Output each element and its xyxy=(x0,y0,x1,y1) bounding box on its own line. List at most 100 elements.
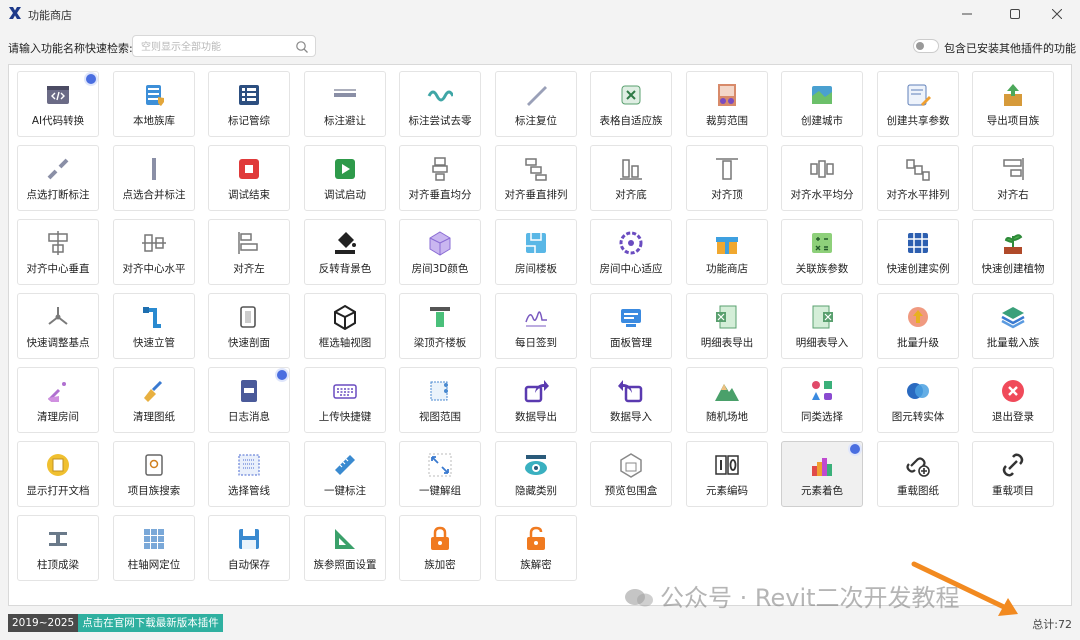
function-tile-label: 创建共享参数 xyxy=(886,115,950,127)
function-tile-label: 快速调整基点 xyxy=(26,337,90,349)
function-tile[interactable]: 关联族参数 xyxy=(781,219,863,285)
function-tile[interactable]: 梁顶齐楼板 xyxy=(399,293,481,359)
function-tile[interactable]: 族参照面设置 xyxy=(304,515,386,581)
bounding-box-icon xyxy=(620,453,642,478)
function-tile[interactable]: AI代码转换 xyxy=(17,71,99,137)
function-tile[interactable]: 标记管综 xyxy=(208,71,290,137)
function-tile[interactable]: 元素编码 xyxy=(686,441,768,507)
function-tile[interactable]: 对齐垂直排列 xyxy=(495,145,577,211)
function-tile[interactable]: 标注尝试去零 xyxy=(399,71,481,137)
function-tile[interactable]: 族加密 xyxy=(399,515,481,581)
function-tile[interactable]: 对齐水平排列 xyxy=(877,145,959,211)
function-tile[interactable]: 标注复位 xyxy=(495,71,577,137)
function-tile[interactable]: 日志消息 xyxy=(208,367,290,433)
function-tile[interactable]: 明细表导出 xyxy=(686,293,768,359)
function-tile-label: 框选轴视图 xyxy=(318,337,372,349)
close-button[interactable] xyxy=(1034,0,1080,28)
function-tile[interactable]: 柱轴网定位 xyxy=(113,515,195,581)
download-latest-link[interactable]: 点击在官网下载最新版本插件 xyxy=(78,614,223,632)
function-tile[interactable]: 元素着色 xyxy=(781,441,863,507)
broom-room-icon xyxy=(47,382,66,402)
search-icon[interactable] xyxy=(295,40,309,54)
function-tile[interactable]: 反转背景色 xyxy=(304,219,386,285)
function-tile[interactable]: 选择管线 xyxy=(208,441,290,507)
function-tile[interactable]: 图元转实体 xyxy=(877,367,959,433)
function-tile[interactable]: 批量升级 xyxy=(877,293,959,359)
function-tile[interactable]: 导出项目族 xyxy=(972,71,1054,137)
function-tile[interactable]: 明细表导入 xyxy=(781,293,863,359)
function-tile[interactable]: 视图范围 xyxy=(399,367,481,433)
function-tile[interactable]: 对齐底 xyxy=(590,145,672,211)
function-tile[interactable]: 快速剖面 xyxy=(208,293,290,359)
function-tile[interactable]: 功能商店 xyxy=(686,219,768,285)
function-tile[interactable]: 随机场地 xyxy=(686,367,768,433)
function-tile-label: 明细表导出 xyxy=(700,337,754,349)
function-tile[interactable]: 数据导出 xyxy=(495,367,577,433)
function-tile[interactable]: 快速立管 xyxy=(113,293,195,359)
search-input[interactable] xyxy=(139,37,293,57)
function-tile[interactable]: 重载图纸 xyxy=(877,441,959,507)
room-floor-icon xyxy=(526,233,546,253)
function-tile[interactable]: 预览包围盒 xyxy=(590,441,672,507)
function-tile[interactable]: 房间3D颜色 xyxy=(399,219,481,285)
function-tile[interactable]: 同类选择 xyxy=(781,367,863,433)
function-tile[interactable]: 面板管理 xyxy=(590,293,672,359)
function-tile[interactable]: 退出登录 xyxy=(972,367,1054,433)
function-tile[interactable]: 对齐右 xyxy=(972,145,1054,211)
function-tile[interactable]: 每日签到 xyxy=(495,293,577,359)
function-tile[interactable]: 上传快捷键 xyxy=(304,367,386,433)
function-tile-label: 元素着色 xyxy=(801,485,843,497)
function-tile[interactable]: 调试结束 xyxy=(208,145,290,211)
function-tile[interactable]: 快速创建植物 xyxy=(972,219,1054,285)
align-horizontal-stack-icon xyxy=(906,159,930,181)
function-tile-label: 标注尝试去零 xyxy=(408,115,472,127)
function-tile[interactable]: 框选轴视图 xyxy=(304,293,386,359)
function-tile[interactable]: 对齐左 xyxy=(208,219,290,285)
function-tile[interactable]: 标注避让 xyxy=(304,71,386,137)
function-tile[interactable]: 显示打开文档 xyxy=(17,441,99,507)
function-tile-label: 清理房间 xyxy=(37,411,79,423)
function-tile-label: 随机场地 xyxy=(706,411,748,423)
function-tile[interactable]: 裁剪范围 xyxy=(686,71,768,137)
function-tile[interactable]: 创建共享参数 xyxy=(877,71,959,137)
function-tile[interactable]: 隐藏类别 xyxy=(495,441,577,507)
function-tile[interactable]: 一键标注 xyxy=(304,441,386,507)
function-tile[interactable]: 对齐中心垂直 xyxy=(17,219,99,285)
function-tile[interactable]: 柱顶成梁 xyxy=(17,515,99,581)
function-tile[interactable]: 重载项目 xyxy=(972,441,1054,507)
function-tile[interactable]: 对齐垂直均分 xyxy=(399,145,481,211)
search-box[interactable] xyxy=(132,35,316,57)
unlock-icon xyxy=(527,526,545,550)
function-tile[interactable]: 创建城市 xyxy=(781,71,863,137)
align-left-icon xyxy=(238,232,258,254)
database-shield-icon xyxy=(146,85,164,106)
function-tile[interactable]: 一键解组 xyxy=(399,441,481,507)
function-tile[interactable]: 数据导入 xyxy=(590,367,672,433)
function-tile[interactable]: 项目族搜索 xyxy=(113,441,195,507)
save-disk-icon xyxy=(239,529,259,549)
function-tile-label: 图元转实体 xyxy=(891,411,945,423)
minimize-button[interactable] xyxy=(944,0,990,28)
function-tile[interactable]: 快速创建实例 xyxy=(877,219,959,285)
maximize-button[interactable] xyxy=(992,0,1038,28)
share-in-icon xyxy=(618,380,643,403)
function-tile[interactable]: 调试启动 xyxy=(304,145,386,211)
function-tile[interactable]: 批量载入族 xyxy=(972,293,1054,359)
function-tile[interactable]: 自动保存 xyxy=(208,515,290,581)
function-tile[interactable]: 清理图纸 xyxy=(113,367,195,433)
function-tile[interactable]: 快速调整基点 xyxy=(17,293,99,359)
function-tile[interactable]: 对齐中心水平 xyxy=(113,219,195,285)
function-tile[interactable]: 对齐顶 xyxy=(686,145,768,211)
include-other-plugins-toggle[interactable] xyxy=(913,39,939,53)
function-tile[interactable]: 房间楼板 xyxy=(495,219,577,285)
function-tile[interactable]: 房间中心适应 xyxy=(590,219,672,285)
function-tile[interactable]: 点选打断标注 xyxy=(17,145,99,211)
function-tile[interactable]: 清理房间 xyxy=(17,367,99,433)
search-label: 请输入功能名称快速检索: xyxy=(8,42,133,55)
function-tile[interactable]: 本地族库 xyxy=(113,71,195,137)
function-tile-label: 自动保存 xyxy=(228,559,270,571)
function-tile[interactable]: 表格自适应族 xyxy=(590,71,672,137)
function-tile[interactable]: 族解密 xyxy=(495,515,577,581)
function-tile[interactable]: 点选合并标注 xyxy=(113,145,195,211)
function-tile[interactable]: 对齐水平均分 xyxy=(781,145,863,211)
